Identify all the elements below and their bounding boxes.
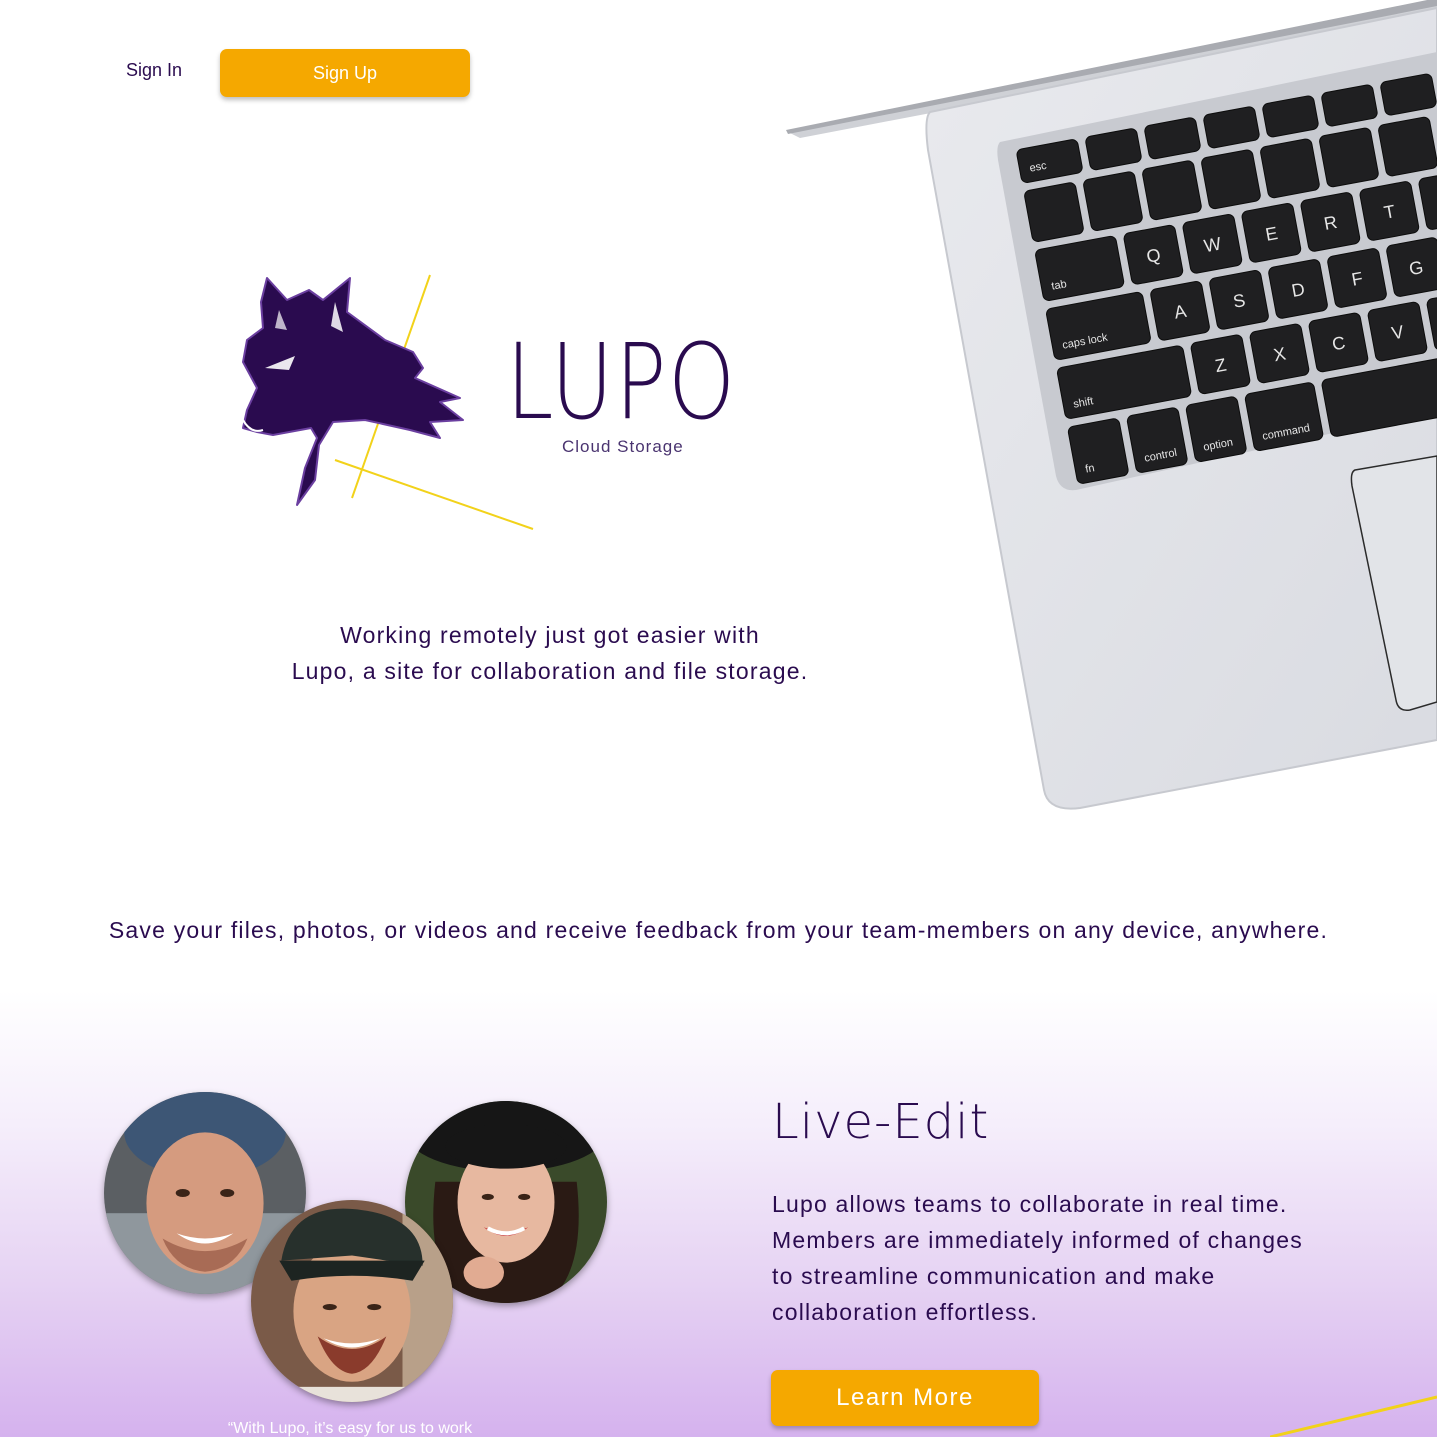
- sign-in-link[interactable]: Sign In: [126, 60, 182, 81]
- learn-more-button[interactable]: Learn More: [771, 1370, 1039, 1426]
- avatar-team-member-3: [251, 1200, 453, 1402]
- wolf-logo-icon: [242, 274, 534, 530]
- feature-line-4: collaboration effortless.: [772, 1299, 1039, 1325]
- sign-up-button[interactable]: Sign Up: [220, 49, 470, 97]
- keyboard-key: [1201, 149, 1261, 210]
- keyboard-key: [1185, 396, 1247, 462]
- keyboard-key: [1244, 382, 1324, 452]
- save-files-text: Save your files, photos, or videos and r…: [108, 917, 1329, 943]
- keyboard-key-label: W: [1202, 233, 1222, 256]
- feature-line-1: Lupo allows teams to collaborate in real…: [772, 1191, 1288, 1217]
- logo-wordmark: LUPO: [506, 321, 737, 443]
- keyboard-key: [1260, 138, 1320, 199]
- intro-text: Working remotely just got easier with Lu…: [250, 617, 850, 689]
- keyboard-key: [1126, 407, 1188, 473]
- intro-line-1: Working remotely just got easier with: [340, 622, 760, 648]
- intro-line-2: Lupo, a site for collaboration and file …: [291, 658, 809, 684]
- accent-line: [1270, 1395, 1437, 1437]
- keyboard-key: [1067, 418, 1129, 484]
- keyboard-key: [1024, 182, 1084, 242]
- feature-line-3: to streamline communication and make: [772, 1263, 1216, 1289]
- landing-page: Sign In Sign Up esc tab Q W E R Tcaps lock A S D F…: [0, 0, 1437, 1437]
- keyboard-key: [1142, 160, 1202, 221]
- keyboard-key: [1319, 127, 1379, 188]
- laptop-image: esctabQ W E R Tcaps lockAS D F GshiftZX C Vfncont…: [786, 0, 1437, 810]
- keyboard-key: [1378, 116, 1437, 177]
- feature-description: Lupo allows teams to collaborate in real…: [772, 1186, 1352, 1330]
- keyboard-key: [1083, 171, 1143, 231]
- testimonial-quote: “With Lupo, it’s easy for us to work: [227, 1420, 473, 1437]
- feature-title: Live-Edit: [772, 1094, 990, 1150]
- logo-tagline: Cloud Storage: [562, 437, 684, 456]
- feature-line-2: Members are immediately informed of chan…: [772, 1227, 1303, 1253]
